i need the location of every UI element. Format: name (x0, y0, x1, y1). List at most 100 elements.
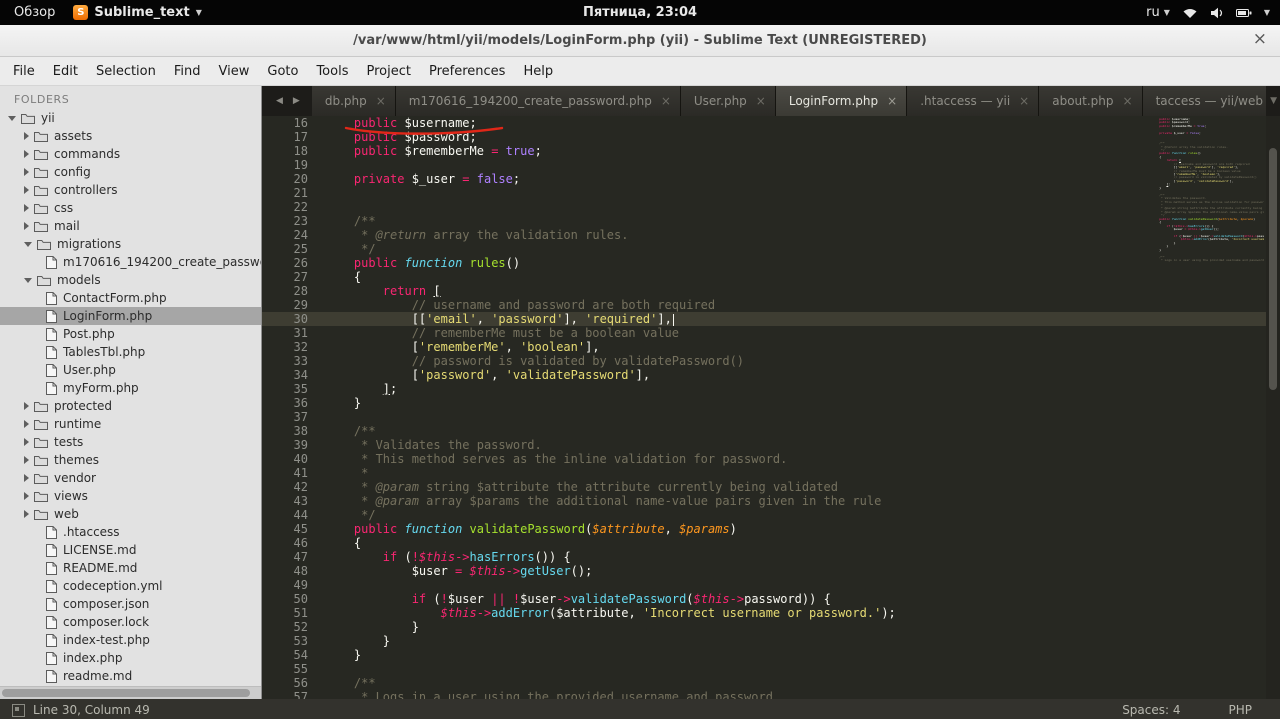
sidebar-item-composer-json[interactable]: composer.json (0, 595, 261, 613)
sidebar-item-migrations[interactable]: migrations (0, 235, 261, 253)
sidebar-item-themes[interactable]: themes (0, 451, 261, 469)
code-line[interactable]: 52 } (262, 620, 1280, 634)
expand-arrow-icon[interactable] (24, 168, 29, 176)
code-line[interactable]: 36 } (262, 396, 1280, 410)
tab-close-icon[interactable]: × (661, 94, 671, 108)
sidebar-item-myform-php[interactable]: myForm.php (0, 379, 261, 397)
code-line[interactable]: 45 public function validatePassword($att… (262, 522, 1280, 536)
code-line[interactable]: 49 (262, 578, 1280, 592)
expand-arrow-icon[interactable] (24, 222, 29, 230)
code-line[interactable]: 34 ['password', 'validatePassword'], (262, 368, 1280, 382)
sidebar-item-protected[interactable]: protected (0, 397, 261, 415)
code-line[interactable]: 37 (262, 410, 1280, 424)
code-line[interactable]: 33 // password is validated by validateP… (262, 354, 1280, 368)
expand-arrow-icon[interactable] (24, 204, 29, 212)
expand-arrow-icon[interactable] (24, 492, 29, 500)
battery-icon[interactable] (1235, 8, 1252, 18)
collapse-arrow-icon[interactable] (24, 277, 32, 283)
code-line[interactable]: 54 } (262, 648, 1280, 662)
code-line[interactable]: 22 (262, 200, 1280, 214)
tab-loginform-php[interactable]: LoginForm.php × (775, 86, 908, 116)
expand-arrow-icon[interactable] (24, 420, 29, 428)
code-line[interactable]: 48 $user = $this->getUser(); (262, 564, 1280, 578)
code-line[interactable]: 51 $this->addError($attribute, 'Incorrec… (262, 606, 1280, 620)
syntax-mode[interactable]: PHP (1229, 703, 1253, 717)
tab-close-icon[interactable]: × (376, 94, 386, 108)
sidebar-item-index-php[interactable]: index.php (0, 649, 261, 667)
code-line[interactable]: 26 public function rules() (262, 256, 1280, 270)
sidebar-item-license-md[interactable]: LICENSE.md (0, 541, 261, 559)
code-line[interactable]: 50 if (!$user || !$user->validatePasswor… (262, 592, 1280, 606)
sidebar-item-models[interactable]: models (0, 271, 261, 289)
status-indicator-icon[interactable] (12, 703, 25, 717)
tab-overflow-icon[interactable]: ▼ (1270, 96, 1277, 106)
expand-arrow-icon[interactable] (24, 456, 29, 464)
sidebar-item-views[interactable]: views (0, 487, 261, 505)
tab-close-icon[interactable]: × (1123, 94, 1133, 108)
code-line[interactable]: 27 { (262, 270, 1280, 284)
sidebar-item-tests[interactable]: tests (0, 433, 261, 451)
code-line[interactable]: 40 * This method serves as the inline va… (262, 452, 1280, 466)
menu-find[interactable]: Find (165, 64, 210, 79)
code-line[interactable]: 47 if (!$this->hasErrors()) { (262, 550, 1280, 564)
code-line[interactable]: 31 // rememberMe must be a boolean value (262, 326, 1280, 340)
sidebar-horizontal-scrollbar[interactable] (0, 686, 261, 699)
menu-tools[interactable]: Tools (307, 64, 357, 79)
code-line[interactable]: 39 * Validates the password. (262, 438, 1280, 452)
scrollbar-thumb[interactable] (1269, 148, 1277, 390)
expand-arrow-icon[interactable] (24, 474, 29, 482)
sidebar-item-readme-md[interactable]: readme.md (0, 667, 261, 685)
menu-view[interactable]: View (210, 64, 259, 79)
sidebar-item-index-test-php[interactable]: index-test.php (0, 631, 261, 649)
code-editor[interactable]: 16 public $username; 17 public $password;… (262, 116, 1280, 699)
tab-about-php[interactable]: about.php × (1039, 86, 1143, 116)
window-close-button[interactable]: × (1253, 29, 1267, 49)
sidebar-item-tablestbl-php[interactable]: TablesTbl.php (0, 343, 261, 361)
expand-arrow-icon[interactable] (24, 438, 29, 446)
expand-arrow-icon[interactable] (24, 132, 29, 140)
sidebar-item-yii[interactable]: yii (0, 109, 261, 127)
code-line[interactable]: 16 public $username; (262, 116, 1280, 130)
sidebar-item-css[interactable]: css (0, 199, 261, 217)
expand-arrow-icon[interactable] (24, 186, 29, 194)
sidebar-item-vendor[interactable]: vendor (0, 469, 261, 487)
expand-arrow-icon[interactable] (24, 402, 29, 410)
code-line[interactable]: 57 * Logs in a user using the provided u… (262, 690, 1280, 699)
sidebar-item-controllers[interactable]: controllers (0, 181, 261, 199)
code-line[interactable]: 38 /** (262, 424, 1280, 438)
menu-selection[interactable]: Selection (87, 64, 165, 79)
sidebar-item-user-php[interactable]: User.php (0, 361, 261, 379)
code-line[interactable]: 29 // username and password are both req… (262, 298, 1280, 312)
code-line[interactable]: 17 public $password; (262, 130, 1280, 144)
code-line[interactable]: 35 ]; (262, 382, 1280, 396)
sidebar-item-web[interactable]: web (0, 505, 261, 523)
code-line[interactable]: 44 */ (262, 508, 1280, 522)
tab-m170616-194200-create-password-php[interactable]: m170616_194200_create_password.php × (395, 86, 681, 116)
sidebar-item-readme-md[interactable]: README.md (0, 559, 261, 577)
sidebar-scrollbar-thumb[interactable] (2, 689, 250, 697)
collapse-arrow-icon[interactable] (8, 115, 16, 121)
minimap[interactable]: public $username; public $password; publ… (1152, 118, 1264, 262)
vertical-scrollbar[interactable] (1266, 116, 1280, 699)
code-line[interactable]: 25 */ (262, 242, 1280, 256)
code-line[interactable]: 18 public $rememberMe = true; (262, 144, 1280, 158)
menu-project[interactable]: Project (357, 64, 419, 79)
code-line[interactable]: 41 * (262, 466, 1280, 480)
sidebar-item-contactform-php[interactable]: ContactForm.php (0, 289, 261, 307)
volume-icon[interactable] (1210, 7, 1224, 19)
indent-setting[interactable]: Spaces: 4 (1122, 703, 1180, 717)
tab-taccess-yii-web[interactable]: taccess — yii/web× (1142, 86, 1266, 116)
tab-close-icon[interactable]: × (756, 94, 766, 108)
tab-nav-forward-icon[interactable]: ▶ (293, 96, 300, 106)
menu-preferences[interactable]: Preferences (420, 64, 514, 79)
code-line[interactable]: 32 ['rememberMe', 'boolean'], (262, 340, 1280, 354)
keyboard-layout-button[interactable]: ru ▼ (1146, 5, 1170, 20)
sidebar-item-m170616-194200-create-password[interactable]: m170616_194200_create_password. (0, 253, 261, 271)
code-line[interactable]: 55 (262, 662, 1280, 676)
tab-close-icon[interactable]: × (887, 94, 897, 108)
menu-help[interactable]: Help (514, 64, 562, 79)
code-line[interactable]: 20 private $_user = false; (262, 172, 1280, 186)
sidebar-item-htaccess[interactable]: .htaccess (0, 523, 261, 541)
sidebar-item-composer-lock[interactable]: composer.lock (0, 613, 261, 631)
tab-user-php[interactable]: User.php × (680, 86, 776, 116)
